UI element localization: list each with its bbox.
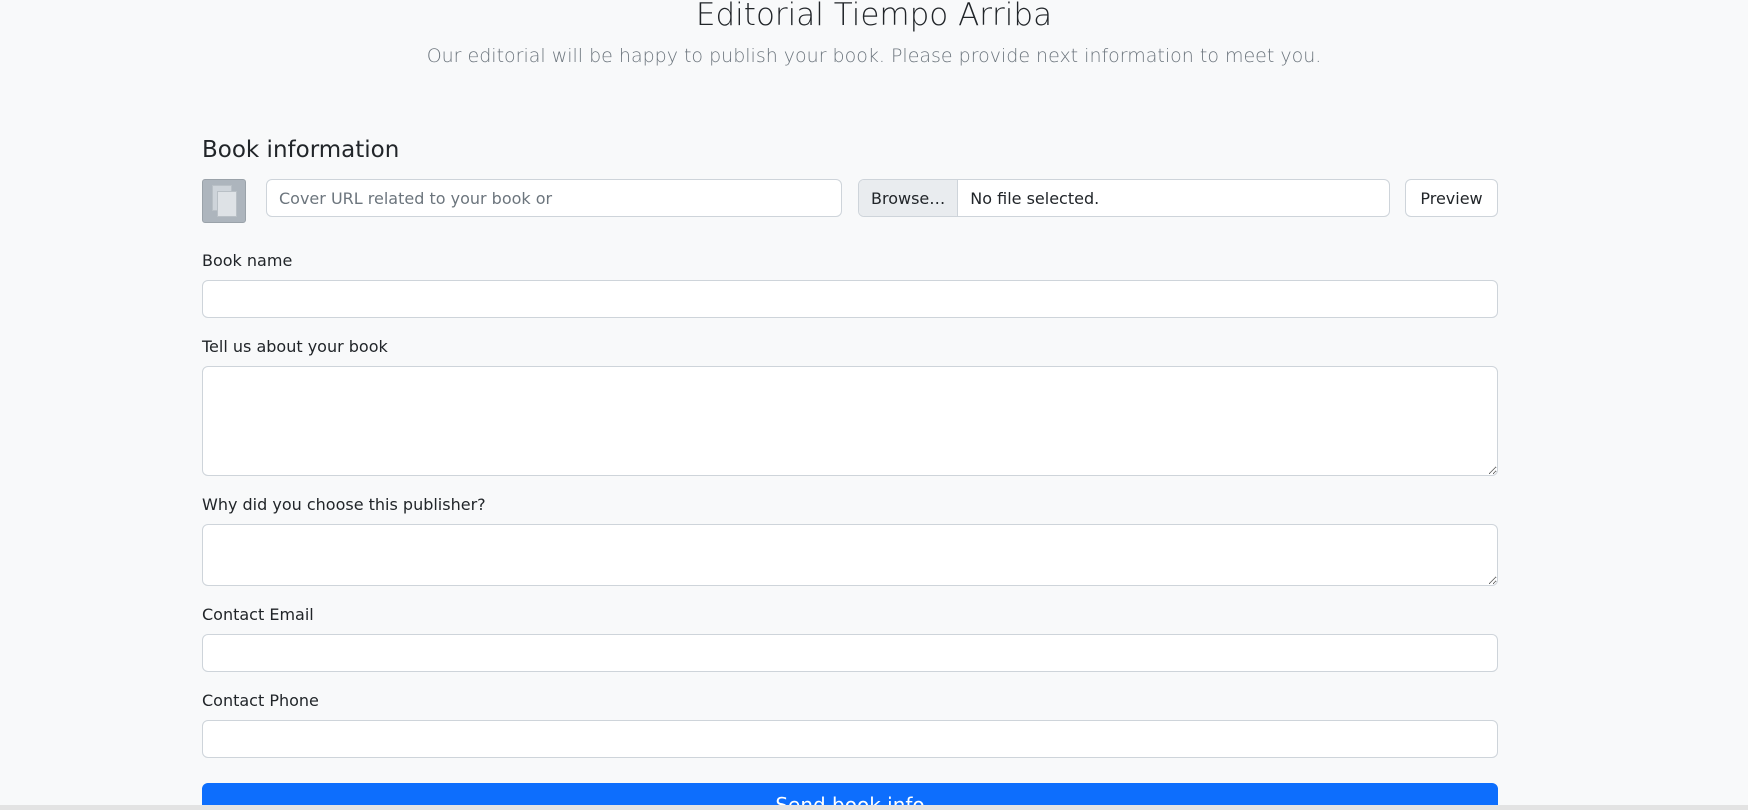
- contact-email-input[interactable]: [202, 634, 1498, 672]
- about-book-textarea[interactable]: [202, 366, 1498, 476]
- horizontal-scrollbar[interactable]: [0, 805, 1748, 810]
- why-publisher-textarea[interactable]: [202, 524, 1498, 586]
- page-title: Editorial Tiempo Arriba: [695, 0, 1053, 33]
- page: Editorial Tiempo Arriba Our editorial wi…: [0, 0, 1748, 810]
- page-front-shape: [217, 191, 237, 217]
- browse-button[interactable]: Browse…: [859, 180, 959, 216]
- section-title: Book information: [202, 137, 400, 163]
- book-name-input[interactable]: [202, 280, 1498, 318]
- contact-phone-label: Contact Phone: [202, 691, 319, 710]
- preview-button[interactable]: Preview: [1405, 179, 1498, 217]
- page-subtitle: Our editorial will be happy to publish y…: [426, 45, 1322, 67]
- file-status-text: No file selected.: [970, 188, 1100, 208]
- cover-file-input[interactable]: Browse… No file selected.: [858, 179, 1390, 217]
- book-name-label: Book name: [202, 251, 293, 270]
- contact-email-label: Contact Email: [202, 605, 314, 624]
- contact-phone-input[interactable]: [202, 720, 1498, 758]
- cover-row: Browse… No file selected. Preview: [202, 179, 1498, 224]
- cover-thumbnail-icon: [202, 179, 246, 223]
- why-publisher-label: Why did you choose this publisher?: [202, 495, 486, 514]
- about-book-label: Tell us about your book: [202, 337, 388, 356]
- cover-url-input[interactable]: [266, 179, 842, 217]
